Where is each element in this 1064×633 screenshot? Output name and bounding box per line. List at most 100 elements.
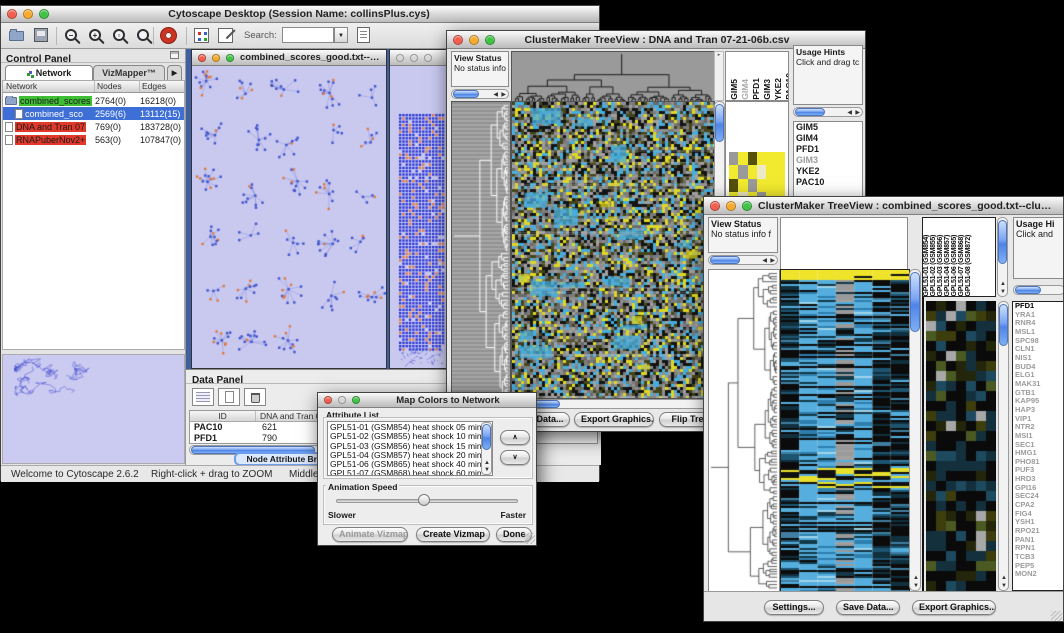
resize-grip[interactable] xyxy=(1051,611,1062,622)
gene-label[interactable]: PAC10 xyxy=(794,177,862,188)
float-panel-icon[interactable] xyxy=(170,51,179,59)
treeview1-hints-scrollbar[interactable]: ◀ ▶ xyxy=(793,107,863,117)
treeview2-titlebar[interactable]: ClusterMaker TreeView : combined_scores_… xyxy=(704,197,1063,215)
animate-vizmap-button[interactable]: Animate Vizmap xyxy=(332,527,408,542)
gene-label[interactable]: GIM4 xyxy=(794,133,862,144)
network-row-dna-tran[interactable]: DNA and Tran 07 769(0) 183728(0) xyxy=(3,120,184,133)
zoom-window-icon[interactable] xyxy=(352,396,360,404)
network-table-header[interactable]: Network Nodes Edges xyxy=(3,81,184,93)
dialog-titlebar[interactable]: Map Colors to Network xyxy=(318,393,536,408)
treeview1-splitter[interactable]: ▸ xyxy=(714,51,724,101)
network-row-selected[interactable]: combined_sco 2569(6) 13112(15) xyxy=(3,107,184,120)
treeview2-zoom-scrollbar[interactable]: ▲ ▼ xyxy=(998,301,1009,591)
create-vizmap-button[interactable]: Create Vizmap xyxy=(416,527,490,542)
export-graphics-button[interactable]: Export Graphics... xyxy=(912,600,996,615)
close-icon[interactable] xyxy=(453,35,463,45)
treeview2-row-dendrogram[interactable] xyxy=(708,269,780,593)
search-dropdown-button[interactable]: ▼ xyxy=(334,27,348,43)
save-data-button[interactable]: Save Data... xyxy=(836,600,900,615)
treeview2-hints-scrollbar[interactable] xyxy=(1013,285,1064,295)
treeview1-row-dendrogram[interactable] xyxy=(451,101,511,399)
treeview2-column-labels: GPL51-01 (GSM854)GPL51-02 (GSM855)GPL51-… xyxy=(922,217,996,297)
network-row-rnapuber[interactable]: RNAPuberNov2+ 563(0) 107847(0) xyxy=(3,133,184,146)
settings-button[interactable]: Settings... xyxy=(764,600,824,615)
tab-overflow-button[interactable]: ▶ xyxy=(167,65,182,80)
minimize-icon[interactable] xyxy=(212,54,220,62)
zoom-window-icon[interactable] xyxy=(742,201,752,211)
zoom-window-icon[interactable] xyxy=(424,54,432,62)
minimize-icon[interactable] xyxy=(23,9,33,19)
search-label: Search: xyxy=(244,30,277,41)
attribute-select-button[interactable] xyxy=(192,388,214,406)
network-row-combined-scores[interactable]: combined_scores 2764(0) 16218(0) xyxy=(3,94,184,107)
map-colors-dialog: Map Colors to Network Attribute List GPL… xyxy=(317,392,537,546)
attribute-list-scrollbar[interactable]: ▲ ▼ xyxy=(481,422,492,475)
help-lifering-icon[interactable] xyxy=(161,28,176,43)
column-label: GPL51-01 (GSM854) xyxy=(923,235,930,296)
main-titlebar[interactable]: Cytoscape Desktop (Session Name: collins… xyxy=(1,6,599,23)
tab-vizmapper[interactable]: VizMapper™ xyxy=(93,65,165,80)
zoom-fit-button[interactable] xyxy=(137,29,149,41)
gene-label[interactable]: PFD1 xyxy=(794,144,862,155)
gene-label[interactable]: MON2 xyxy=(1013,570,1064,579)
matrix-cell xyxy=(757,179,766,192)
vizmapper-grid-button[interactable] xyxy=(194,28,209,43)
animation-slider-thumb[interactable] xyxy=(418,494,430,506)
treeview2-zoom-heatmap[interactable] xyxy=(926,301,996,591)
network-view-titlebar[interactable]: combined_scores_good.txt--cluste... xyxy=(192,50,386,66)
zoom-window-icon[interactable] xyxy=(226,54,234,62)
minimize-icon[interactable] xyxy=(469,35,479,45)
attribute-item[interactable]: GPL51-07 (GSM868) heat shock 60 min xyxy=(330,469,492,476)
delete-attribute-button[interactable] xyxy=(244,388,266,406)
move-up-button[interactable]: ∧ xyxy=(500,430,530,445)
move-down-button[interactable]: ∨ xyxy=(500,450,530,465)
network-grid-canvas[interactable] xyxy=(390,66,446,368)
column-label: GPL51-03 (GSM856) xyxy=(937,235,944,296)
gene-label[interactable]: GIM3 xyxy=(794,155,862,166)
new-attribute-button[interactable] xyxy=(218,388,240,406)
close-icon[interactable] xyxy=(710,201,720,211)
treeview2-vscrollbar[interactable]: ▲ ▼ xyxy=(909,269,921,591)
network-overview-canvas[interactable] xyxy=(3,355,184,463)
tab-network[interactable]: Network xyxy=(5,65,93,80)
network-table: Network Nodes Edges combined_scores 2764… xyxy=(2,80,185,350)
search-input[interactable] xyxy=(282,27,334,43)
export-graphics-button[interactable]: Export Graphics... xyxy=(574,412,654,427)
matrix-cell xyxy=(729,165,738,178)
treeview1-heatmap[interactable] xyxy=(511,101,715,399)
annotation-button[interactable] xyxy=(218,28,233,43)
minimize-icon[interactable] xyxy=(410,54,418,62)
zoom-in-button[interactable]: + xyxy=(89,29,101,41)
new-doc-icon xyxy=(225,391,234,403)
treeview2-heatmap[interactable] xyxy=(780,269,910,593)
column-label: GPL51-06 (GSM865) xyxy=(951,235,958,296)
gene-label[interactable]: YKE2 xyxy=(794,166,862,177)
close-icon[interactable] xyxy=(7,9,17,19)
treeview1-status-scrollbar[interactable]: ◀ ▶ xyxy=(451,89,509,99)
status-welcome: Welcome to Cytoscape 2.6.2 xyxy=(11,469,139,480)
matrix-cell xyxy=(757,152,766,165)
document-icon xyxy=(15,109,23,119)
gene-label[interactable]: GIM5 xyxy=(794,122,862,133)
minimize-icon[interactable] xyxy=(338,396,346,404)
attribute-listbox[interactable]: GPL51-01 (GSM854) heat shock 05 minGPL51… xyxy=(327,421,493,476)
zoom-selected-button[interactable]: ▫ xyxy=(113,29,125,41)
close-icon[interactable] xyxy=(396,54,404,62)
save-session-button[interactable] xyxy=(34,28,48,42)
treeview2-labels-scrollbar[interactable]: ▲ ▼ xyxy=(997,217,1008,297)
treeview2-status-scrollbar[interactable]: ◀ ▶ xyxy=(708,255,778,265)
control-panel-header: Control Panel xyxy=(1,49,185,63)
network-report-button[interactable] xyxy=(357,27,370,43)
open-session-button[interactable] xyxy=(9,28,24,46)
minimize-icon[interactable] xyxy=(726,201,736,211)
close-icon[interactable] xyxy=(198,54,206,62)
zoom-window-icon[interactable] xyxy=(39,9,49,19)
network-canvas[interactable] xyxy=(192,66,386,368)
network-grid-titlebar[interactable] xyxy=(390,50,446,66)
zoom-window-icon[interactable] xyxy=(485,35,495,45)
network-overview-panel[interactable] xyxy=(2,354,185,464)
zoom-out-button[interactable]: − xyxy=(65,29,77,41)
treeview1-column-dendrogram[interactable] xyxy=(511,51,715,103)
close-icon[interactable] xyxy=(324,396,332,404)
resize-grip[interactable] xyxy=(524,533,535,544)
